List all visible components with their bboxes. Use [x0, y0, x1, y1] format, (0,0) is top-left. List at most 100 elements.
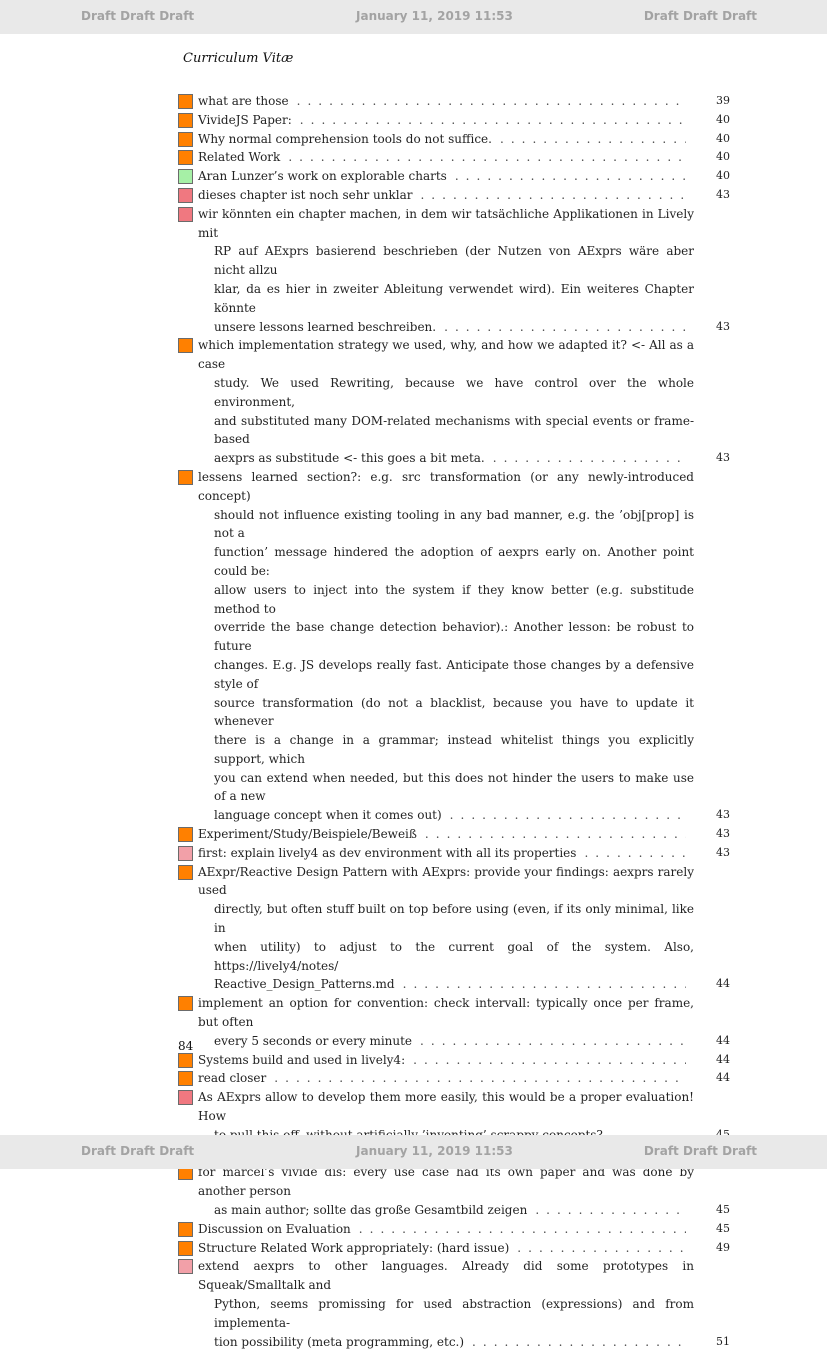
todo-page-number[interactable]: 43: [700, 186, 730, 205]
todo-text: first: explain lively4 as dev environmen…: [198, 844, 730, 863]
todo-line: lessens learned section?: e.g. src trans…: [198, 469, 694, 503]
todo-text: read closer: [198, 1069, 730, 1088]
todo-page-number[interactable]: 43: [700, 449, 730, 468]
todo-entry[interactable]: which implementation strategy we used, w…: [178, 336, 730, 468]
todo-page-number[interactable]: 43: [700, 806, 730, 825]
todo-page-number[interactable]: 45: [700, 1201, 730, 1220]
todo-line: implement an option for convention: chec…: [198, 996, 694, 1030]
todo-text: Systems build and used in lively4:: [198, 1051, 730, 1070]
todo-line: RP auf AExprs basierend beschrieben (der…: [214, 244, 694, 278]
todo-page-number[interactable]: 43: [700, 844, 730, 863]
todo-line: tion possibility (meta programming, etc.…: [214, 1334, 465, 1349]
draft-footer: Draft Draft Draft January 11, 2019 11:53…: [0, 1135, 827, 1169]
todo-color-marker: [178, 1240, 193, 1256]
dot-leader: [444, 318, 686, 337]
todo-line: directly, but often stuff built on top b…: [214, 902, 694, 936]
todo-line: Systems build and used in lively4:: [198, 1052, 406, 1067]
todo-page-number[interactable]: 51: [700, 1333, 730, 1351]
todo-line: language concept when it comes out): [214, 808, 442, 823]
page-number: 84: [178, 1039, 194, 1053]
todo-color-marker: [178, 1221, 193, 1237]
todo-text: which implementation strategy we used, w…: [198, 336, 730, 468]
todo-color-marker: [178, 338, 193, 354]
todo-text: Aran Lunzer’s work on explorable charts: [198, 167, 730, 186]
todo-entry[interactable]: extend aexprs to other languages. Alread…: [178, 1257, 730, 1351]
draft-header: Draft Draft Draft January 11, 2019 11:53…: [0, 0, 827, 34]
todo-color-marker: [178, 996, 193, 1012]
dot-leader: [274, 1069, 686, 1088]
todo-entry[interactable]: what are those 39: [178, 92, 730, 111]
todo-page-number[interactable]: 40: [700, 111, 730, 130]
todo-page-number[interactable]: 44: [700, 1032, 730, 1051]
todo-line: and substituted many DOM-related mechani…: [214, 413, 694, 447]
todo-text: Experiment/Study/Beispiele/Beweiß: [198, 825, 730, 844]
todo-color-marker: [178, 827, 193, 843]
todo-line: which implementation strategy we used, w…: [198, 338, 694, 372]
todo-line: read closer: [198, 1071, 267, 1086]
todo-text: Why normal comprehension tools do not su…: [198, 130, 730, 149]
todo-entry[interactable]: dieses chapter ist noch sehr unklar 43: [178, 186, 730, 205]
todo-entry[interactable]: read closer 44: [178, 1069, 730, 1088]
todo-line: source transformation (do not a blacklis…: [214, 695, 694, 729]
todo-text: AExpr/Reactive Design Pattern with AExpr…: [198, 863, 730, 995]
todo-page-number[interactable]: 44: [700, 1051, 730, 1070]
todo-page-number[interactable]: 44: [700, 1069, 730, 1088]
todo-page-number[interactable]: 43: [700, 825, 730, 844]
todo-page-number[interactable]: 40: [700, 130, 730, 149]
todo-page-number[interactable]: 45: [700, 1220, 730, 1239]
todo-entry[interactable]: VivideJS Paper: 40: [178, 111, 730, 130]
todo-page-number[interactable]: 44: [700, 975, 730, 994]
footer-right: Draft Draft Draft: [643, 1144, 757, 1158]
todo-line: Experiment/Study/Beispiele/Beweiß: [198, 827, 417, 842]
header-date: January 11, 2019 11:53: [356, 9, 513, 23]
todo-page-number[interactable]: 40: [700, 167, 730, 186]
todo-entry[interactable]: Experiment/Study/Beispiele/Beweiß 43: [178, 825, 730, 844]
todo-page-number[interactable]: 39: [700, 92, 730, 111]
todo-line: wir könnten ein chapter machen, in dem w…: [198, 206, 694, 240]
dot-leader: [500, 130, 686, 149]
todo-text: wir könnten ein chapter machen, in dem w…: [198, 205, 730, 337]
todo-line: extend aexprs to other languages. Alread…: [198, 1259, 694, 1293]
todo-line: as main author; sollte das große Gesamtb…: [214, 1203, 528, 1218]
todo-line: override the base change detection behav…: [214, 620, 694, 654]
todo-page-number[interactable]: 40: [700, 148, 730, 167]
todo-color-marker: [178, 469, 193, 485]
todo-entry[interactable]: Structure Related Work appropriately: (h…: [178, 1239, 730, 1258]
todo-line: when utility) to adjust to the current g…: [214, 939, 694, 973]
todo-line: VivideJS Paper:: [198, 112, 292, 127]
dot-leader: [300, 111, 686, 130]
todo-color-marker: [178, 94, 193, 109]
todo-line: unsere lessons learned beschreiben.: [214, 319, 437, 334]
todo-line: changes. E.g. JS develops really fast. A…: [214, 657, 694, 691]
todo-entry[interactable]: Related Work 40: [178, 148, 730, 167]
todo-line: there is a change in a grammar; instead …: [214, 733, 694, 766]
todo-line: Discussion on Evaluation: [198, 1221, 351, 1236]
todo-entry[interactable]: first: explain lively4 as dev environmen…: [178, 844, 730, 863]
todo-line: every 5 seconds or every minute: [214, 1033, 413, 1048]
todo-entry[interactable]: Systems build and used in lively4: 44: [178, 1051, 730, 1070]
todo-text: Discussion on Evaluation: [198, 1220, 730, 1239]
dot-leader: [420, 186, 686, 205]
dot-leader: [535, 1201, 686, 1220]
todo-page-number[interactable]: 43: [700, 318, 730, 337]
todo-line: Aran Lunzer’s work on explorable charts: [198, 169, 447, 184]
todo-entry[interactable]: for marcel’s vivide dis: every use case …: [178, 1163, 730, 1219]
todo-entry[interactable]: Why normal comprehension tools do not su…: [178, 130, 730, 149]
dot-leader: [297, 92, 686, 111]
todo-entry[interactable]: Aran Lunzer’s work on explorable charts 4…: [178, 167, 730, 186]
todo-line: As AExprs allow to develop them more eas…: [198, 1090, 694, 1124]
todo-entry[interactable]: implement an option for convention: chec…: [178, 994, 730, 1050]
dot-leader: [517, 1239, 686, 1258]
todo-text: Structure Related Work appropriately: (h…: [198, 1239, 730, 1258]
todo-line: should not influence existing tooling in…: [214, 507, 694, 541]
todo-entry[interactable]: lessens learned section?: e.g. src trans…: [178, 468, 730, 825]
todo-page-number[interactable]: 49: [700, 1239, 730, 1258]
dot-leader: [455, 167, 686, 186]
todo-line: what are those: [198, 94, 289, 108]
dot-leader: [425, 825, 686, 844]
todo-entry[interactable]: Discussion on Evaluation 45: [178, 1220, 730, 1239]
todo-entry[interactable]: AExpr/Reactive Design Pattern with AExpr…: [178, 863, 730, 995]
todo-entry[interactable]: wir könnten ein chapter machen, in dem w…: [178, 205, 730, 337]
todo-text: what are those: [198, 92, 730, 111]
todo-line: Python, seems promissing for used abstra…: [214, 1297, 694, 1330]
